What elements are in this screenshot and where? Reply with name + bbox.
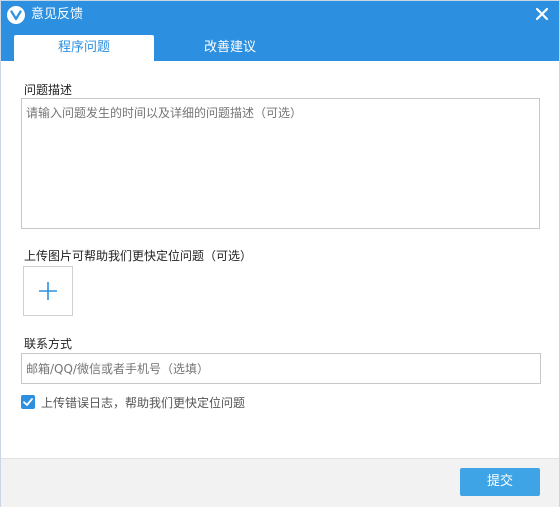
upload-log-checkbox[interactable] [21,395,35,409]
tab-improvement-suggestions[interactable]: 改善建议 [160,35,300,61]
contact-label: 联系方式 [24,337,73,351]
close-icon[interactable] [533,5,551,23]
plus-icon [39,282,57,300]
upload-image-button[interactable] [23,266,73,316]
title-bar: 意见反馈 程序问题 改善建议 [1,1,559,61]
submit-button[interactable]: 提交 [460,468,540,496]
contact-input[interactable] [21,353,541,384]
description-textarea[interactable] [21,98,540,229]
checkmark-icon [23,398,33,406]
window-title: 意见反馈 [31,7,84,22]
description-label: 问题描述 [24,83,73,97]
upload-log-label[interactable]: 上传错误日志，帮助我们更快定位问题 [41,394,245,411]
upload-label: 上传图片可帮助我们更快定位问题（可选） [24,249,253,263]
dialog-footer: 提交 [1,458,559,507]
app-logo-icon [7,6,25,24]
tab-program-issues[interactable]: 程序问题 [14,35,154,61]
feedback-dialog: 意见反馈 程序问题 改善建议 问题描述 上传图片可帮助我们更快定位问题（可选） … [0,0,560,507]
